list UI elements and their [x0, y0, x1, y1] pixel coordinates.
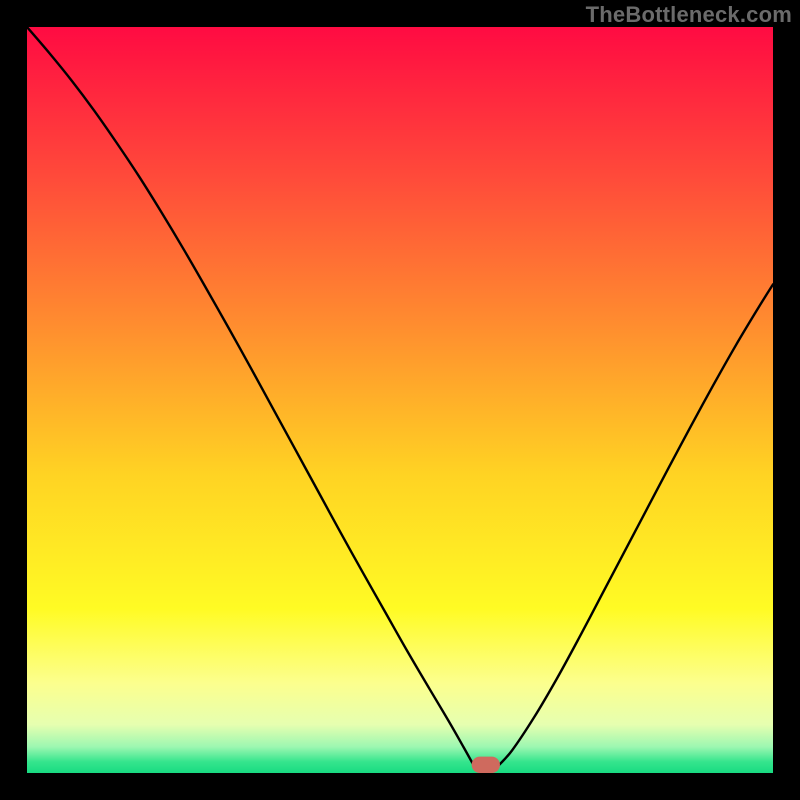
optimal-marker	[472, 757, 500, 773]
bottleneck-chart	[0, 0, 800, 800]
watermark-label: TheBottleneck.com	[586, 2, 792, 28]
chart-stage: TheBottleneck.com	[0, 0, 800, 800]
plot-gradient-background	[27, 27, 773, 773]
